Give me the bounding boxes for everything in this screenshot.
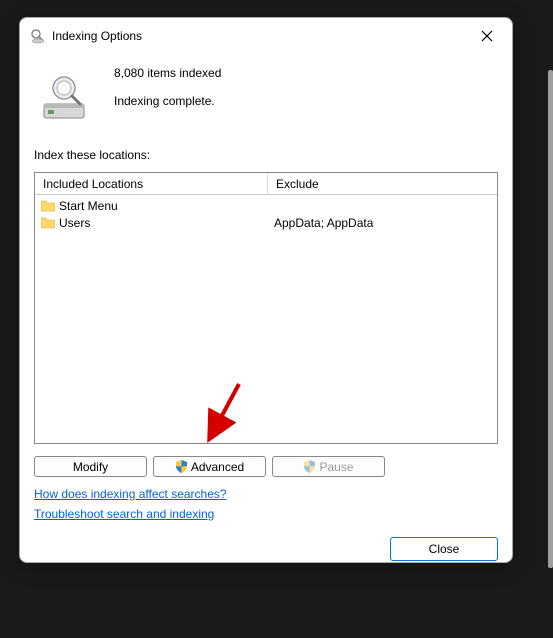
dialog-content: 8,080 items indexed Indexing complete. I… (20, 52, 512, 571)
advanced-button[interactable]: Advanced (153, 456, 266, 477)
shield-icon (175, 460, 188, 473)
list-item[interactable]: Start Menu (41, 197, 262, 214)
troubleshoot-link[interactable]: Troubleshoot search and indexing (34, 507, 214, 521)
close-icon[interactable] (472, 24, 502, 48)
modify-button[interactable]: Modify (34, 456, 147, 477)
shield-icon (303, 460, 316, 473)
list-item[interactable]: Users (41, 214, 262, 231)
dialog-footer: Close (34, 527, 498, 561)
column-header-exclude[interactable]: Exclude (268, 173, 497, 194)
location-name: Users (59, 216, 90, 230)
dialog-title: Indexing Options (52, 29, 472, 43)
included-column: Start Menu Users (35, 195, 268, 443)
folder-icon (41, 217, 55, 229)
action-buttons: Modify Advanced (34, 456, 498, 477)
items-indexed-count: 8,080 items indexed (114, 66, 221, 80)
locations-header: Included Locations Exclude (35, 173, 497, 195)
status-section: 8,080 items indexed Indexing complete. (34, 64, 498, 124)
search-drive-icon (38, 70, 92, 124)
how-indexing-link[interactable]: How does indexing affect searches? (34, 487, 227, 501)
locations-body: Start Menu Users AppData; AppData (35, 195, 497, 443)
exclude-value: AppData; AppData (274, 214, 491, 231)
locations-list: Included Locations Exclude Start Menu (34, 172, 498, 444)
column-header-included[interactable]: Included Locations (35, 173, 268, 194)
indexing-icon (30, 28, 46, 44)
close-button[interactable]: Close (390, 537, 498, 561)
locations-label: Index these locations: (34, 148, 498, 162)
location-name: Start Menu (59, 199, 118, 213)
folder-icon (41, 200, 55, 212)
status-text: 8,080 items indexed Indexing complete. (114, 64, 221, 108)
exclude-column: AppData; AppData (268, 195, 497, 443)
exclude-value (274, 197, 491, 214)
indexing-status-message: Indexing complete. (114, 94, 221, 108)
indexing-options-dialog: Indexing Options 8,080 items inde (19, 17, 513, 563)
pause-button: Pause (272, 456, 385, 477)
scrollbar[interactable] (548, 70, 553, 568)
titlebar: Indexing Options (20, 18, 512, 52)
